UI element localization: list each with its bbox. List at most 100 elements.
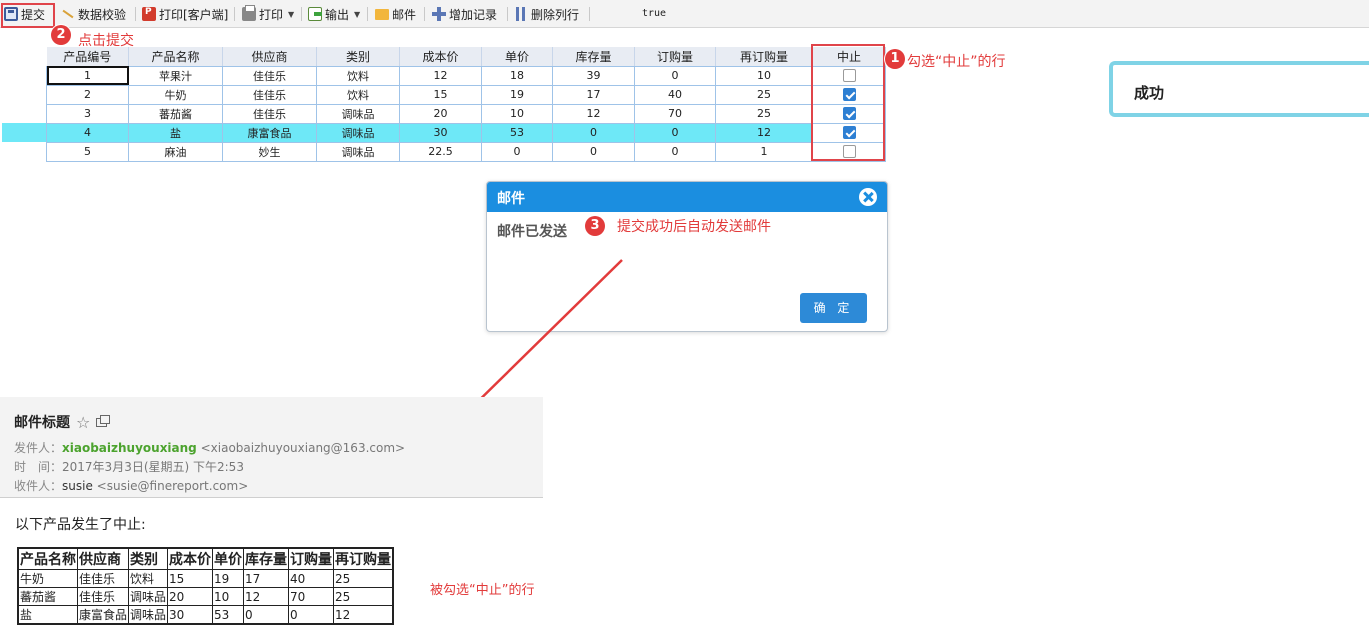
grid-header-row: 产品编号 产品名称 供应商 类别 成本价 单价 库存量 订购量 再订购量 中止 [46, 47, 886, 67]
email-cell: 15 [167, 569, 214, 588]
email-cell: 40 [288, 569, 335, 588]
cell-category[interactable]: 调味品 [316, 141, 400, 162]
add-record-button[interactable]: 增加记录 [432, 5, 497, 23]
popout-icon[interactable] [96, 414, 111, 427]
cell-stock[interactable]: 17 [552, 84, 635, 105]
to-label: 收件人： [14, 479, 63, 493]
cell-ordered[interactable]: 70 [634, 103, 716, 124]
printer-icon [242, 5, 256, 21]
mail-icon [375, 8, 389, 20]
cell-cost[interactable]: 22.5 [399, 141, 482, 162]
mail-button[interactable]: 邮件 [375, 5, 416, 23]
email-cell: 17 [243, 569, 290, 588]
cell-product-name[interactable]: 麻油 [128, 141, 223, 162]
grid-row: 2 牛奶 佳佳乐 饮料 15 19 17 40 25 [46, 84, 886, 105]
cell-product-id[interactable]: 3 [46, 103, 129, 124]
cell-supplier[interactable]: 妙生 [222, 141, 317, 162]
toolbar-divider [507, 7, 508, 21]
cell-cost[interactable]: 12 [399, 65, 482, 86]
cell-ordered[interactable]: 40 [634, 84, 716, 105]
cell-ordered[interactable]: 0 [634, 122, 716, 143]
ok-button[interactable]: 确 定 [800, 293, 867, 323]
email-cell: 佳佳乐 [76, 587, 130, 606]
validate-button[interactable]: 数据校验 [61, 5, 126, 23]
cell-product-id[interactable]: 5 [46, 141, 129, 162]
print-client-button[interactable]: 打印[客户端] [142, 5, 228, 23]
cell-product-id[interactable]: 1 [46, 65, 129, 86]
print-client-label: 打印[客户端] [159, 7, 229, 22]
cell-product-name[interactable]: 蕃茄酱 [128, 103, 223, 124]
cell-supplier[interactable]: 佳佳乐 [222, 103, 317, 124]
cell-category[interactable]: 饮料 [316, 65, 400, 86]
cell-supplier[interactable]: 康富食品 [222, 122, 317, 143]
cell-cost[interactable]: 20 [399, 103, 482, 124]
cell-reorder[interactable]: 25 [715, 103, 813, 124]
cell-reorder[interactable]: 1 [715, 141, 813, 162]
grid-row-selected: 4 盐 康富食品 调味品 30 53 0 0 12 [46, 122, 886, 143]
print-button[interactable]: 打印 ▼ [242, 5, 294, 23]
cell-reorder[interactable]: 10 [715, 65, 813, 86]
email-cell: 20 [167, 587, 214, 606]
email-cell: 30 [167, 605, 214, 625]
cell-price[interactable]: 53 [481, 122, 553, 143]
email-cell: 53 [212, 605, 245, 625]
toolbar: 提交 数据校验 打印[客户端] 打印 ▼ 输出 ▼ 邮件 增加记录 删除列行 t… [0, 0, 1369, 28]
submit-highlight-box [1, 3, 55, 28]
header-cost: 成本价 [399, 47, 482, 67]
email-cell: 佳佳乐 [76, 569, 130, 588]
export-button[interactable]: 输出 ▼ [308, 5, 360, 23]
export-label: 输出 [325, 7, 350, 22]
email-cell: 0 [243, 605, 290, 625]
mail-dialog-header: 邮件 [487, 182, 887, 212]
cell-ordered[interactable]: 0 [634, 141, 716, 162]
from-name[interactable]: xiaobaizhuyouxiang [62, 441, 197, 455]
email-table-row: 盐 康富食品 调味品 30 53 0 0 12 [17, 605, 394, 625]
email-cell: 70 [288, 587, 335, 606]
cell-stock[interactable]: 39 [552, 65, 635, 86]
to-name[interactable]: susie [62, 479, 93, 493]
cell-reorder[interactable]: 12 [715, 122, 813, 143]
to-address: <susie@finereport.com> [96, 479, 249, 493]
cell-stock[interactable]: 0 [552, 141, 635, 162]
cell-price[interactable]: 0 [481, 141, 553, 162]
email-cell: 盐 [17, 605, 78, 625]
step-2-badge: 2 [51, 25, 71, 45]
cell-cost[interactable]: 15 [399, 84, 482, 105]
cell-product-name[interactable]: 盐 [128, 122, 223, 143]
product-grid: 产品编号 产品名称 供应商 类别 成本价 单价 库存量 订购量 再订购量 中止 … [46, 47, 886, 162]
header-price: 单价 [481, 47, 553, 67]
cell-supplier[interactable]: 佳佳乐 [222, 84, 317, 105]
cell-ordered[interactable]: 0 [634, 65, 716, 86]
cell-price[interactable]: 10 [481, 103, 553, 124]
cell-stock[interactable]: 0 [552, 122, 635, 143]
cell-category[interactable]: 调味品 [316, 122, 400, 143]
cell-reorder[interactable]: 25 [715, 84, 813, 105]
validate-label: 数据校验 [78, 7, 127, 22]
step-1-badge: 1 [885, 49, 905, 69]
cell-category[interactable]: 饮料 [316, 84, 400, 105]
cell-cost[interactable]: 30 [399, 122, 482, 143]
email-header-cell: 供应商 [76, 547, 130, 570]
mail-dialog-message: 邮件已发送 [497, 224, 567, 240]
header-product-name: 产品名称 [128, 47, 223, 67]
success-toast-text: 成功 [1134, 84, 1165, 102]
cell-price[interactable]: 19 [481, 84, 553, 105]
email-from: 发件人：xiaobaizhuyouxiang <xiaobaizhuyouxia… [14, 439, 405, 456]
cell-product-name[interactable]: 牛奶 [128, 84, 223, 105]
cell-stock[interactable]: 12 [552, 103, 635, 124]
star-icon[interactable]: ☆ [76, 413, 90, 432]
email-cell: 牛奶 [17, 569, 78, 588]
cell-product-name[interactable]: 苹果汁 [128, 65, 223, 86]
email-cell: 饮料 [128, 569, 169, 588]
cell-category[interactable]: 调味品 [316, 103, 400, 124]
cell-product-id[interactable]: 4 [46, 122, 129, 143]
email-cell: 12 [333, 605, 394, 625]
delete-row-button[interactable]: 删除列行 [514, 5, 579, 23]
close-icon[interactable] [859, 188, 877, 206]
email-cell: 调味品 [128, 605, 169, 625]
cell-price[interactable]: 18 [481, 65, 553, 86]
cell-supplier[interactable]: 佳佳乐 [222, 65, 317, 86]
cell-product-id[interactable]: 2 [46, 84, 129, 105]
email-cell: 蕃茄酱 [17, 587, 78, 606]
step-3-annotation: 提交成功后自动发送邮件 [617, 219, 771, 235]
